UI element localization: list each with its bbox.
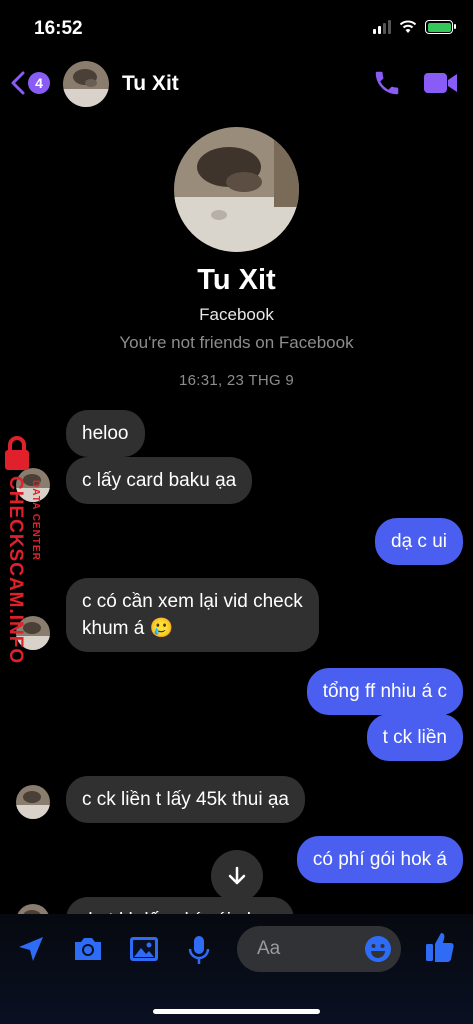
- send-location-icon: [19, 937, 43, 961]
- chat-header: 4 Tu Xit: [0, 56, 473, 110]
- emoji-icon[interactable]: [363, 934, 393, 964]
- microphone-icon: [188, 936, 210, 964]
- watermark-text: CHECKSCAM.INFO: [5, 476, 26, 665]
- camera-button[interactable]: [72, 934, 104, 969]
- voice-button[interactable]: [186, 934, 212, 971]
- gallery-button[interactable]: [128, 934, 160, 969]
- status-icons: [373, 20, 456, 34]
- camera-icon: [75, 938, 101, 960]
- message-bubble[interactable]: tổng ff nhiu á c: [306, 668, 463, 715]
- thumbs-up-icon: [426, 933, 454, 962]
- sender-avatar[interactable]: [16, 785, 50, 819]
- lock-icon: [5, 436, 29, 470]
- profile-avatar[interactable]: [174, 127, 299, 252]
- video-camera-icon: [424, 73, 457, 93]
- battery-icon: [425, 20, 456, 34]
- like-button[interactable]: [424, 930, 456, 969]
- friendship-status: You're not friends on Facebook: [119, 333, 354, 352]
- wifi-icon: [399, 20, 417, 33]
- location-button[interactable]: [16, 934, 46, 969]
- message-bubble[interactable]: c ck liền t lấy 45k thui ạa: [66, 776, 305, 823]
- watermark: CHECKSCAM.INFO DATA CENTER: [2, 436, 50, 666]
- image-icon: [130, 937, 158, 961]
- unread-count-badge: 4: [28, 72, 50, 94]
- back-chevron-icon: [11, 71, 25, 95]
- profile-name: Tu Xit: [197, 264, 276, 296]
- message-bubble[interactable]: dạ c ui: [375, 518, 463, 565]
- home-indicator: [153, 1009, 320, 1014]
- video-call-button[interactable]: [423, 70, 459, 101]
- contact-name[interactable]: Tu Xit: [122, 72, 179, 96]
- message-composer: Aa: [0, 914, 473, 1024]
- message-input-placeholder: Aa: [257, 938, 281, 959]
- contact-avatar[interactable]: [63, 61, 109, 107]
- back-button[interactable]: 4: [10, 70, 50, 96]
- audio-call-button[interactable]: [372, 68, 402, 103]
- message-bubble[interactable]: heloo: [66, 410, 145, 457]
- message-bubble[interactable]: có phí gói hok á: [296, 836, 463, 883]
- arrow-down-icon: [228, 866, 246, 885]
- message-line: khum á 🥲: [82, 618, 174, 639]
- message-input[interactable]: Aa: [237, 926, 401, 972]
- status-time: 16:52: [34, 18, 83, 39]
- phone-icon: [375, 71, 399, 95]
- message-line: c có cần xem lại vid check: [82, 591, 303, 612]
- scroll-to-bottom-button[interactable]: [211, 850, 263, 902]
- message-bubble[interactable]: c có cần xem lại vid check khum á 🥲: [66, 578, 319, 652]
- conversation-timestamp: 16:31, 23 THG 9: [178, 372, 295, 389]
- message-bubble[interactable]: t ck liền: [366, 714, 463, 761]
- cellular-signal-icon: [373, 20, 391, 34]
- profile-platform: Facebook: [199, 305, 274, 324]
- watermark-subtext: DATA CENTER: [30, 480, 41, 561]
- status-bar: 16:52: [0, 0, 473, 54]
- message-bubble[interactable]: c lấy card baku ạa: [66, 457, 253, 504]
